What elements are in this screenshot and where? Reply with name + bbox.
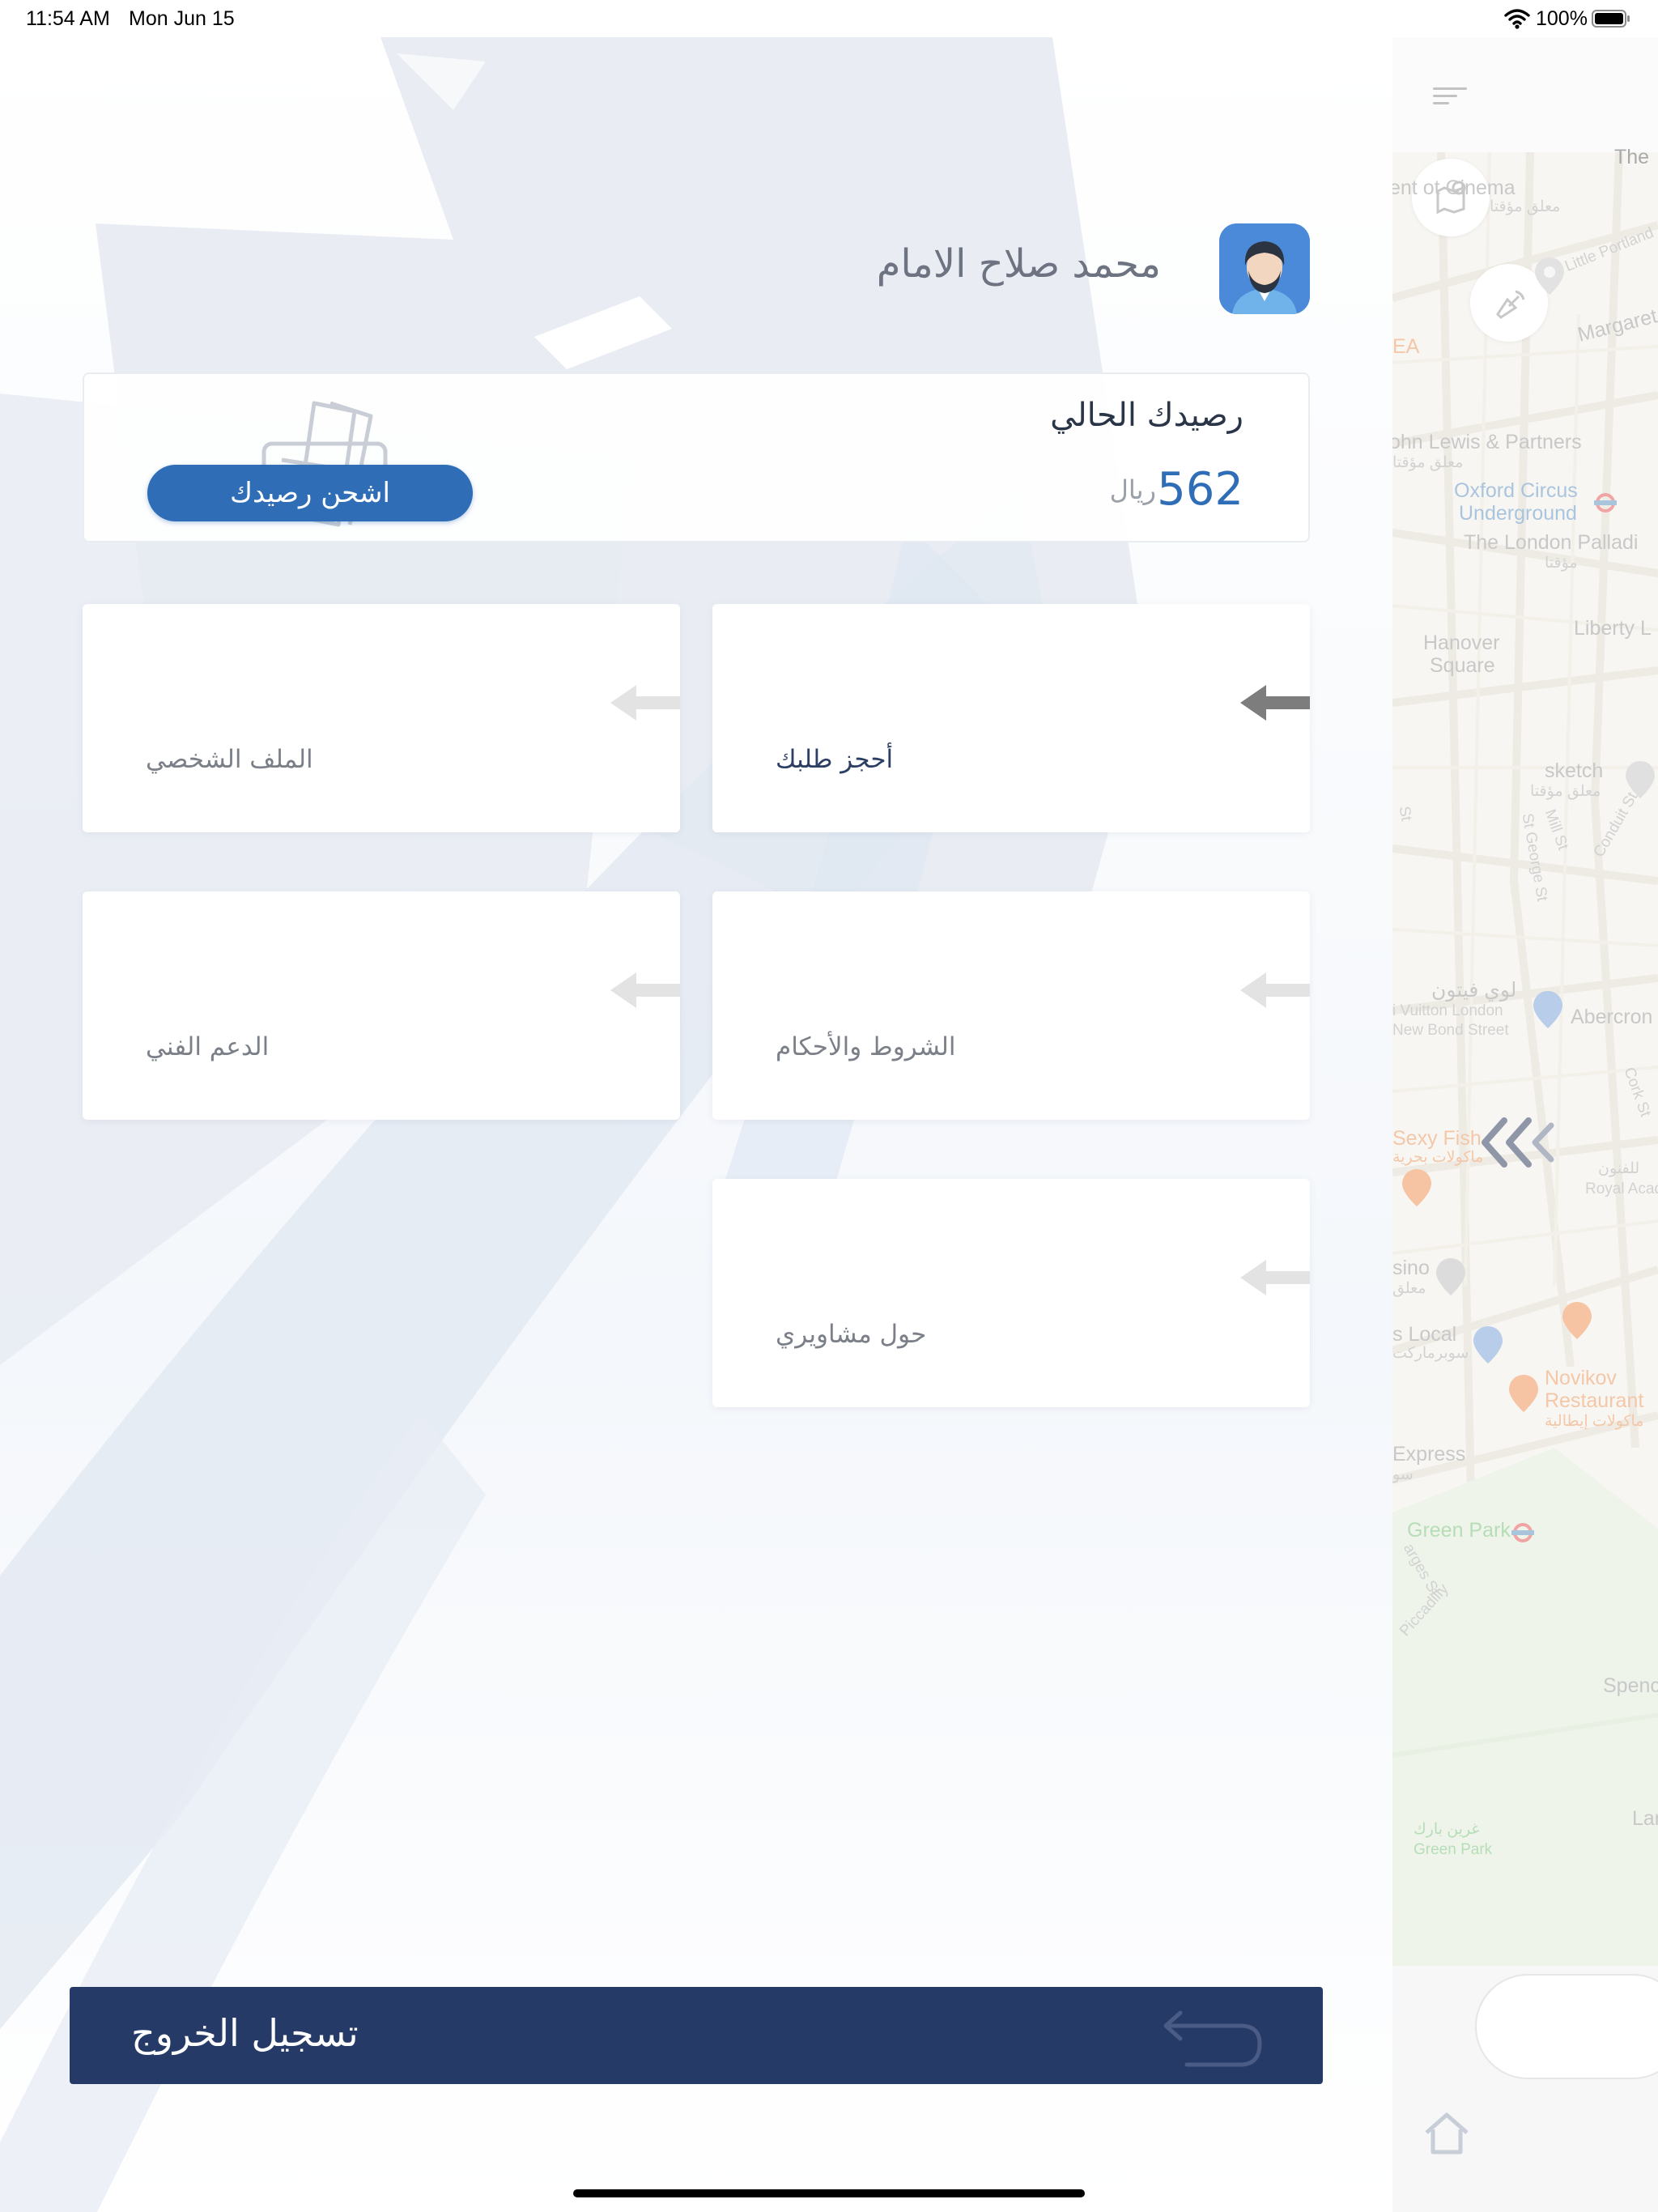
restaurant-orange-pin-icon [1562, 1302, 1592, 1339]
map-label-john-lewis: ohn Lewis & Partners [1392, 431, 1582, 453]
map-label-sketch-sub: معلق مؤقتا [1530, 783, 1601, 800]
map-label-royal: Royal Acade [1585, 1180, 1658, 1197]
user-name: محمد صلاح الامام [876, 241, 1161, 287]
tile-support[interactable]: الدعم الفني [83, 891, 680, 1120]
wifi-icon [1504, 9, 1530, 29]
arrow-left-icon [610, 685, 680, 721]
map-label-local-sub: سوبرماركت [1392, 1345, 1469, 1362]
map-label-express-sub: سو [1392, 1466, 1414, 1483]
map-label-vuitton: i Vuitton London [1392, 1002, 1503, 1019]
menu-icon[interactable] [1433, 86, 1467, 105]
battery-icon [1592, 10, 1630, 28]
arrow-left-icon [1240, 685, 1310, 721]
home-indicator [573, 2189, 1085, 2197]
map-label-royal-ar: للفنون [1598, 1160, 1640, 1177]
map-label-express: Express [1392, 1443, 1466, 1465]
collapse-chevrons-icon[interactable] [1480, 1114, 1569, 1171]
map-label-liberty: Liberty L [1574, 617, 1652, 640]
underground-icon [1594, 493, 1617, 513]
map-label-underground: Underground [1459, 502, 1577, 525]
battery-percentage: 100% [1536, 7, 1588, 30]
arrow-left-icon [610, 972, 680, 1008]
map-label-vuitton-ar: لوي فيتون [1431, 979, 1517, 1002]
balance-title: رصيدك الحالي [1050, 397, 1244, 434]
map-label-sketch: sketch [1545, 759, 1604, 782]
home-icon[interactable] [1422, 2110, 1472, 2157]
map-label-ea: EA [1392, 335, 1420, 358]
map-label-st: St [1395, 805, 1415, 823]
arrow-left-icon [1240, 1260, 1310, 1295]
map-label-novikov: Novikov [1545, 1367, 1617, 1389]
map-label-square: Square [1430, 654, 1495, 677]
map-label-sexy-fish: Sexy Fish [1392, 1127, 1482, 1150]
balance-currency: ريال [1109, 474, 1156, 505]
shopping-pin-icon [1533, 991, 1562, 1028]
tile-about[interactable]: حول مشاويري [712, 1179, 1310, 1407]
map-label-local: s Local [1392, 1323, 1457, 1346]
logout-return-icon [1163, 2010, 1262, 2067]
novikov-pin-icon [1509, 1375, 1538, 1412]
map-label-green-park-small: Green Park [1414, 1841, 1493, 1858]
map-label-green-park: Green Park [1407, 1519, 1511, 1542]
tile-label: أحجز طلبك [776, 745, 894, 774]
restaurant-pin-icon [1626, 761, 1655, 798]
balance-card: رصيدك الحالي 562 ريال اشحن رصيدك [83, 372, 1310, 542]
logout-button[interactable]: تسجيل الخروج [70, 1987, 1323, 2084]
map-label-spencer: Spencer [1603, 1674, 1658, 1697]
balance-amount: 562 [1157, 463, 1244, 516]
map-header [1392, 37, 1658, 152]
map-label-sexy-fish-sub: ماكولات بحرية [1392, 1149, 1484, 1166]
store-pin-icon [1473, 1326, 1503, 1363]
arrow-left-icon [1240, 972, 1310, 1008]
tile-book-order[interactable]: أحجز طلبك [712, 604, 1310, 832]
status-date: Mon Jun 15 [129, 7, 235, 30]
map-label-palladium-sub: مؤقتا [1545, 555, 1578, 572]
map-label-casino: sino [1392, 1257, 1430, 1279]
tile-label: الشروط والأحكام [776, 1032, 956, 1061]
status-time: 11:54 AM [26, 7, 110, 30]
map-label-green-park-ar: غرين بارك [1414, 1821, 1480, 1838]
map-marker-icon [1535, 257, 1564, 295]
tile-label: الدعم الفني [146, 1032, 270, 1061]
map-view[interactable]: The ent ot Cinema معلق مؤقتا Little Port… [1392, 146, 1658, 1966]
user-avatar-image [1219, 223, 1310, 314]
map-label-oxford-circus: Oxford Circus [1454, 479, 1578, 502]
map-label-novikov-sub: ماكولات إيطالية [1545, 1413, 1644, 1430]
user-avatar[interactable] [1219, 223, 1310, 314]
food-pin-icon [1402, 1169, 1431, 1206]
recharge-balance-button[interactable]: اشحن رصيدك [147, 465, 473, 521]
background-decoration [0, 37, 1150, 2212]
casino-pin-icon [1436, 1258, 1465, 1295]
green-park-station-icon [1511, 1523, 1534, 1542]
map-label-casino-sub: معلق [1392, 1280, 1426, 1297]
map-label-john-lewis-sub: معلق مؤقتا [1392, 454, 1464, 471]
logout-label: تسجيل الخروج [131, 2011, 359, 2055]
tile-label: الملف الشخصي [146, 745, 313, 774]
map-label-the: The [1614, 146, 1650, 168]
side-drawer: محمد صلاح الامام رصيدك الحالي 562 ريال ا… [0, 37, 1392, 2212]
map-label-hanover: Hanover [1423, 632, 1500, 654]
map-panel[interactable]: The ent ot Cinema معلق مؤقتا Little Port… [1392, 37, 1658, 2212]
map-label-palladium: The London Palladi [1464, 531, 1639, 554]
map-label-new-bond: New Bond Street [1392, 1022, 1509, 1039]
map-label-abercorn: Abercron [1571, 1006, 1653, 1028]
map-label-cinema-sub: معلق مؤقتا [1490, 198, 1561, 215]
tile-profile[interactable]: الملف الشخصي [83, 604, 680, 832]
status-bar: 11:54 AM Mon Jun 15 100% [0, 0, 1658, 37]
map-label-novikov-restaurant: Restaurant [1545, 1389, 1644, 1412]
map-bottom-search-pill[interactable] [1475, 1974, 1658, 2079]
tile-label: حول مشاويري [776, 1320, 927, 1349]
map-label-cinema: ent ot Cinema [1392, 177, 1516, 199]
map-label-lan: Lan [1632, 1807, 1658, 1830]
tile-terms[interactable]: الشروط والأحكام [712, 891, 1310, 1120]
